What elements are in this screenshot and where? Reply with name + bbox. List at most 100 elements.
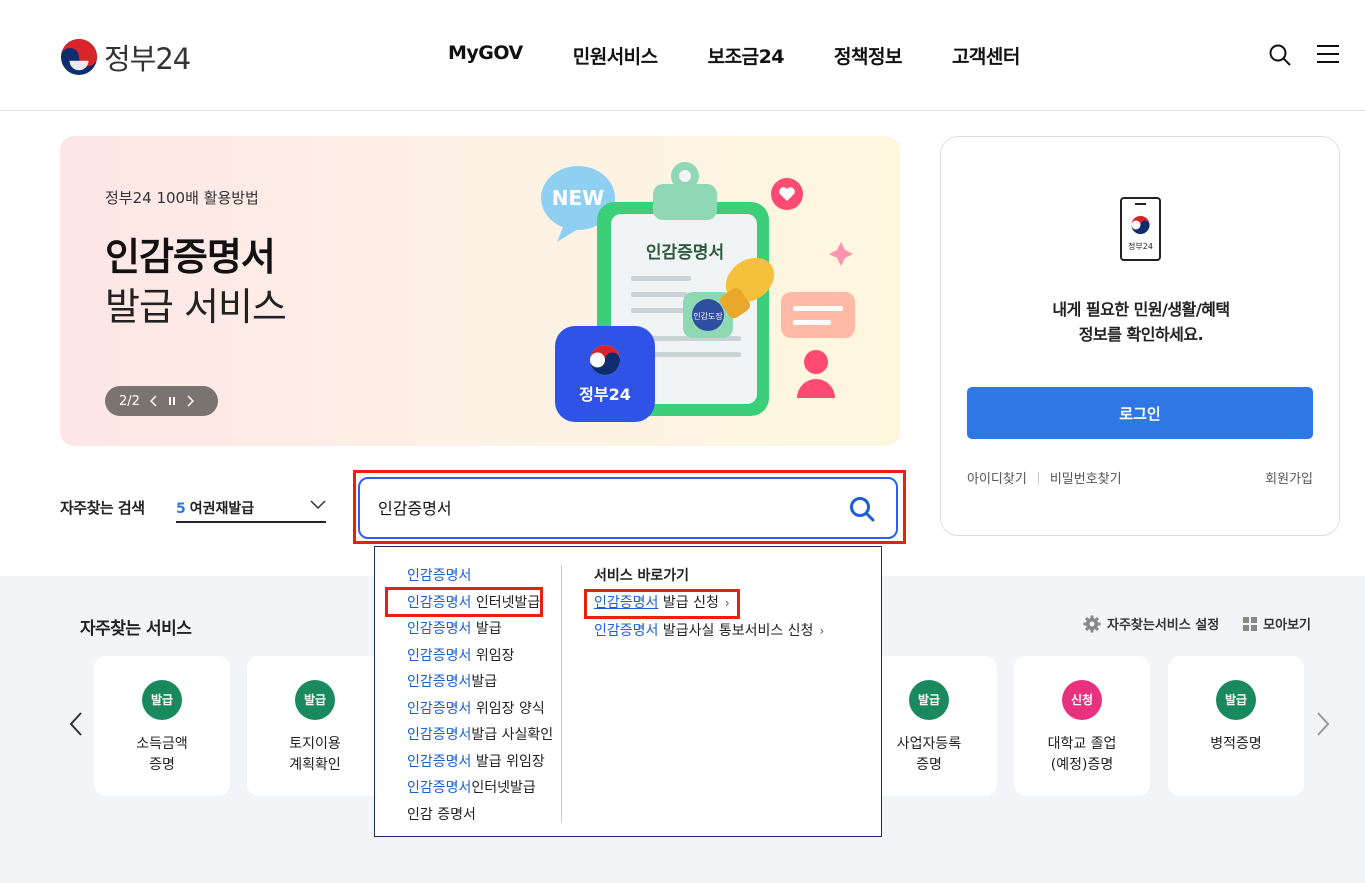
login-message-line2: 정보를 확인하세요. [1078, 325, 1204, 344]
service-badge: 신청 [1062, 680, 1102, 720]
service-name: 토지이용 계획확인 [289, 736, 341, 773]
chevron-down-icon[interactable] [310, 498, 326, 510]
view-all-button[interactable]: 모아보기 [1243, 614, 1311, 633]
service-card[interactable]: 발급 소득금액 증명 [94, 656, 230, 796]
carousel-prev-icon[interactable] [66, 711, 86, 737]
app-icon-label: 정부24 [579, 385, 631, 404]
nav-subsidy24[interactable]: 보조금24 [708, 42, 785, 69]
login-message-line1: 내게 필요한 민원/생활/혜택 [1052, 300, 1230, 319]
shortcut-link[interactable]: 인감증명서 발급사실 통보서비스 신청 › [594, 617, 824, 645]
site-header: 정부24 MyGOV 민원서비스 보조금24 정책정보 고객센터 [0, 0, 1365, 111]
service-card[interactable]: 발급 토지이용 계획확인 [247, 656, 383, 796]
login-message: 내게 필요한 민원/생활/혜택 정보를 확인하세요. [941, 297, 1341, 347]
phone-label: 정부24 [1128, 241, 1153, 251]
login-links: 아이디찾기 비밀번호찾기 [967, 468, 1122, 487]
rolling-rank: 5 [176, 501, 186, 517]
nav-policy-info[interactable]: 정책정보 [834, 42, 902, 69]
phone-icon: 정부24 [1120, 197, 1161, 261]
pager-count: 2/2 [119, 393, 140, 409]
banner-pager: 2/2 [105, 386, 218, 416]
hero-subtitle: 정부24 100배 활용방법 [105, 189, 259, 207]
shortcut-match: 인감증명서 [594, 623, 659, 639]
suggestion-item[interactable]: 인감증명서 위임장 [407, 643, 553, 670]
service-badge: 발급 [909, 680, 949, 720]
certificate-illustration: NEW 인감증명서 인감도장 정부24 [541, 162, 855, 422]
suggestion-match: 인감증명서 [407, 621, 472, 637]
suggestion-rest: 인감 증명서 [407, 806, 476, 823]
service-name: 소득금액 증명 [136, 736, 188, 773]
search-icon[interactable] [1268, 43, 1292, 67]
find-password-link[interactable]: 비밀번호찾기 [1050, 468, 1122, 487]
suggestion-item[interactable]: 인감증명서인터넷발급 [407, 775, 553, 802]
suggestion-rest: 위임장 양식 [471, 700, 545, 717]
chevron-right-icon: › [819, 624, 825, 638]
search-box [358, 477, 898, 539]
suggestion-match: 인감증명서 [407, 568, 472, 584]
taegeuk-logo-icon [60, 38, 98, 76]
suggestion-rest: 위임장 [471, 647, 515, 664]
services-settings-button[interactable]: 자주찾는서비스 설정 [1083, 614, 1219, 633]
service-card[interactable]: 신청 대학교 졸업 (예정)증명 [1014, 656, 1150, 796]
divider [561, 565, 562, 823]
highlight-box-suggestion [385, 587, 543, 617]
hamburger-menu-icon[interactable] [1317, 44, 1339, 64]
hero-title-line2: 발급 서비스 [105, 285, 287, 329]
suggestion-rest: 발급 위임장 [471, 753, 545, 770]
suggestion-item[interactable]: 인감증명서 [407, 563, 553, 590]
grid-icon [1243, 616, 1258, 631]
service-badge: 발급 [142, 680, 182, 720]
services-tools: 자주찾는서비스 설정 모아보기 [1083, 614, 1311, 633]
suggestion-item[interactable]: 인감증명서발급 사실확인 [407, 722, 553, 749]
prev-slide-icon[interactable] [149, 395, 158, 407]
site-logo[interactable]: 정부24 [60, 36, 191, 78]
signup-link[interactable]: 회원가입 [1265, 468, 1313, 487]
service-shortcuts-title: 서비스 바로가기 [594, 568, 690, 584]
gear-icon [1083, 615, 1101, 632]
nav-customer-center[interactable]: 고객센터 [952, 42, 1020, 69]
suggestion-match: 인감증명서 [407, 753, 472, 770]
login-card: 정부24 내게 필요한 민원/생활/혜택 정보를 확인하세요. 로그인 아이디찾… [940, 136, 1340, 536]
next-slide-icon[interactable] [186, 395, 194, 407]
suggestion-rest: 인터넷발급 [471, 780, 536, 796]
shortcut-rest: 발급사실 통보서비스 신청 [658, 623, 814, 639]
search-input[interactable] [378, 497, 778, 516]
suggestion-rest: 발급 사실확인 [471, 727, 554, 743]
find-id-link[interactable]: 아이디찾기 [967, 468, 1027, 487]
suggestion-item[interactable]: 인감증명서발급 [407, 669, 553, 696]
suggestion-rest: 발급 [471, 621, 502, 637]
suggestion-match: 인감증명서 [407, 780, 472, 796]
nav-civil-service[interactable]: 민원서비스 [573, 42, 658, 69]
stamp-label: 인감도장 [693, 311, 723, 321]
highlight-box-shortcut [584, 589, 740, 619]
services-settings-label: 자주찾는서비스 설정 [1107, 618, 1220, 633]
suggestion-item[interactable]: 인감증명서 위임장 양식 [407, 696, 553, 723]
logo-text: 정부24 [104, 42, 191, 76]
suggestion-item[interactable]: 인감 증명서 [407, 802, 553, 829]
hero-title: 인감증명서 [105, 235, 276, 279]
pause-icon[interactable] [168, 396, 176, 406]
carousel-next-icon[interactable] [1313, 711, 1333, 737]
service-badge: 발급 [1216, 680, 1256, 720]
doc-title-label: 인감증명서 [646, 243, 724, 263]
hero-banner[interactable]: 정부24 100배 활용방법 인감증명서 발급 서비스 2/2 NEW 인감증명… [60, 136, 900, 446]
service-card[interactable]: 발급 병적증명 [1168, 656, 1304, 796]
suggestion-match: 인감증명서 [407, 727, 472, 743]
suggestion-match: 인감증명서 [407, 647, 472, 664]
search-submit-icon[interactable] [848, 495, 876, 523]
login-button[interactable]: 로그인 [967, 387, 1313, 439]
service-name: 병적증명 [1210, 736, 1262, 752]
nav-mygov[interactable]: MyGOV [448, 42, 523, 69]
suggestion-item[interactable]: 인감증명서 발급 위임장 [407, 749, 553, 776]
new-bubble-label: NEW [552, 186, 604, 210]
suggestion-match: 인감증명서 [407, 700, 472, 717]
frequent-services-title: 자주찾는 서비스 [80, 619, 192, 639]
divider [1037, 471, 1039, 484]
frequent-search-label: 자주찾는 검색 [60, 499, 145, 517]
service-name: 대학교 졸업 (예정)증명 [1047, 736, 1117, 773]
view-all-label: 모아보기 [1263, 618, 1312, 633]
frequent-search-rolling[interactable]: 5 여권재발급 [176, 492, 326, 523]
rolling-keyword: 여권재발급 [189, 501, 255, 517]
suggestion-item[interactable]: 인감증명서 발급 [407, 616, 553, 643]
main-nav: MyGOV 민원서비스 보조금24 정책정보 고객센터 [448, 42, 1020, 69]
suggestion-rest: 발급 [471, 674, 498, 690]
